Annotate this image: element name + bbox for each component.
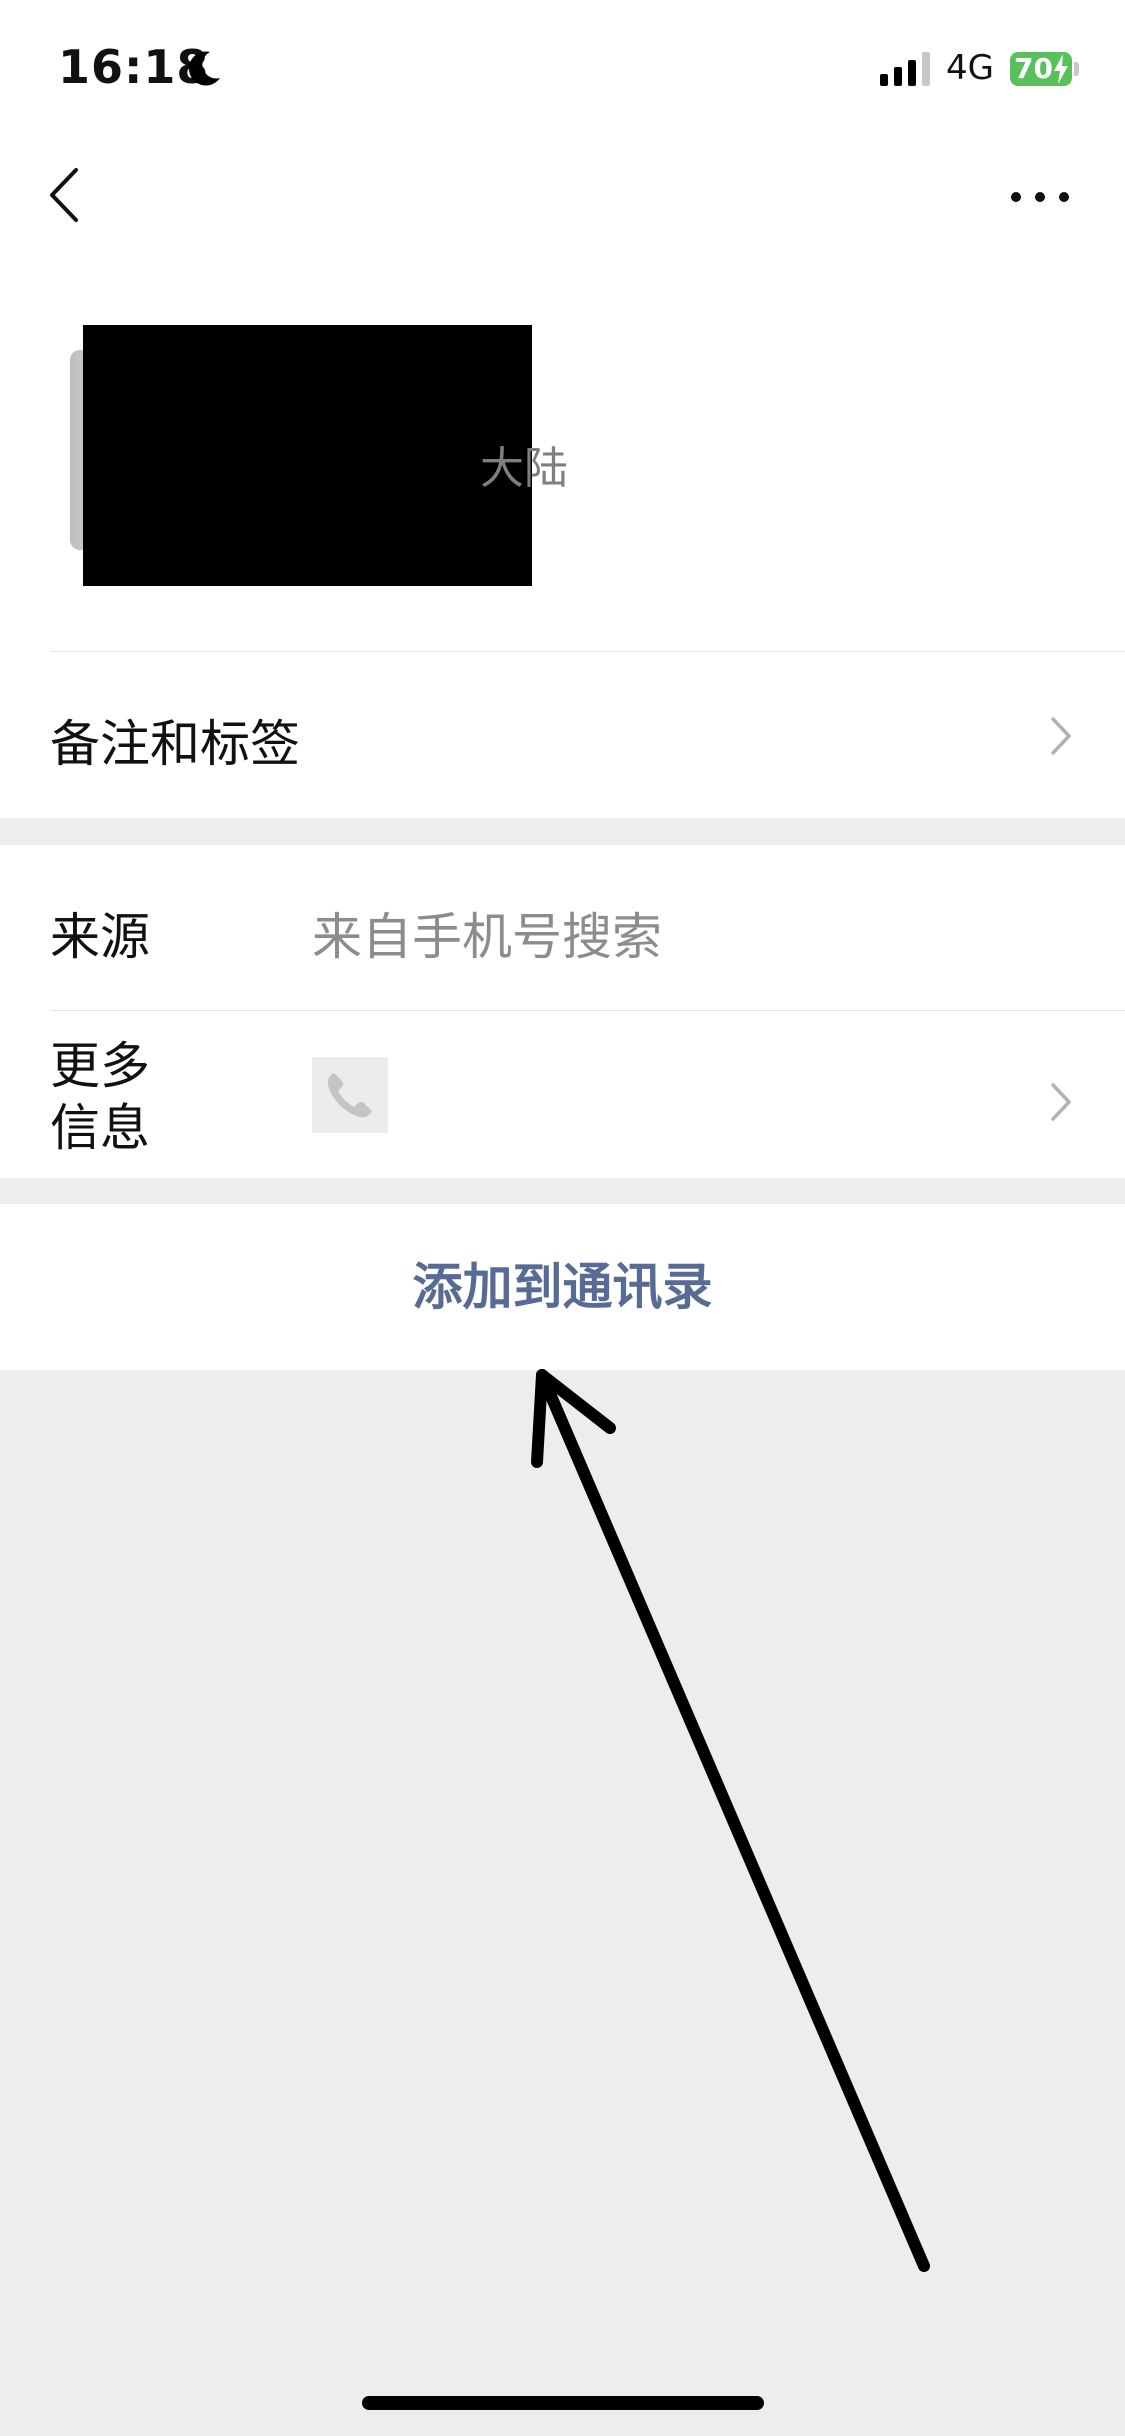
chevron-right-icon (1051, 1083, 1071, 1121)
moon-icon (188, 51, 220, 86)
back-chevron-icon[interactable] (40, 160, 90, 230)
info-card: 来源 来自手机号搜索 更多 信息 (0, 845, 1125, 1178)
source-label: 来源 (50, 908, 150, 966)
source-value: 来自手机号搜索 (312, 908, 662, 966)
signal-icon (880, 52, 930, 86)
add-to-contacts-button[interactable]: 添加到通讯录 (0, 1204, 1125, 1370)
phone-icon (312, 1057, 388, 1133)
status-bar: 16:18 4G 70 (0, 0, 1125, 140)
battery-indicator: 70 (1010, 52, 1072, 86)
redaction-block (83, 325, 532, 586)
remarks-and-tags-row[interactable]: 备注和标签 (0, 652, 1125, 818)
remarks-and-tags-label: 备注和标签 (50, 715, 300, 773)
charging-bolt-icon (1054, 54, 1068, 84)
region-text: 大陆 (480, 443, 568, 494)
battery-level: 70 (1014, 52, 1053, 85)
home-indicator[interactable] (362, 2396, 764, 2410)
more-info-label: 更多 信息 (50, 1037, 150, 1157)
battery-cap (1074, 62, 1079, 76)
network-label: 4G (946, 48, 994, 88)
more-options-icon[interactable] (1000, 175, 1080, 219)
chevron-right-icon (1051, 717, 1071, 755)
